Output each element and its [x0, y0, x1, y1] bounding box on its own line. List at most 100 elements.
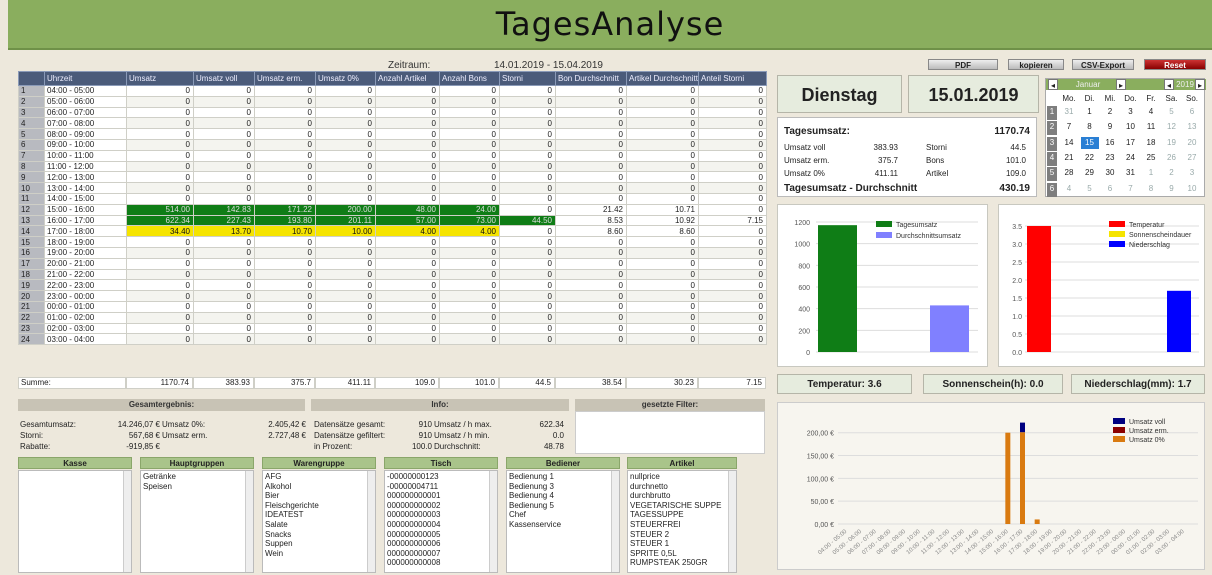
table-cell[interactable]: 0: [315, 279, 376, 292]
table-cell[interactable]: 0: [375, 300, 440, 313]
list-item[interactable]: VEGETARISCHE SUPPE: [630, 501, 734, 511]
calendar-day[interactable]: 2: [1163, 167, 1181, 179]
row-number[interactable]: 19: [18, 279, 45, 292]
table-cell[interactable]: 0: [126, 279, 194, 292]
table-cell[interactable]: 0: [315, 182, 376, 194]
list-item[interactable]: Bedienung 1: [509, 472, 617, 482]
list-scrollbar[interactable]: [123, 471, 131, 572]
table-cell[interactable]: 0: [375, 160, 440, 173]
row-number[interactable]: 4: [18, 117, 45, 130]
table-cell[interactable]: 0: [375, 268, 440, 281]
table-cell[interactable]: 13.70: [193, 225, 255, 238]
table-cell[interactable]: 0: [375, 322, 440, 335]
table-cell[interactable]: 0: [555, 311, 627, 324]
table-cell[interactable]: 0: [626, 246, 699, 259]
table-cell[interactable]: 0: [254, 149, 316, 162]
table-cell[interactable]: 0: [698, 203, 767, 216]
filter-list[interactable]: Getränke Speisen: [140, 470, 254, 573]
table-cell[interactable]: 0: [315, 257, 376, 270]
table-cell[interactable]: 0: [193, 95, 255, 108]
list-item[interactable]: STEUER 1: [630, 539, 734, 549]
row-number[interactable]: 15: [18, 236, 45, 248]
table-row[interactable]: 18 21:00 - 22:00 0 0 0 0 0 0 0 0 0 0: [18, 268, 767, 281]
table-cell[interactable]: 0: [126, 257, 194, 270]
table-cell[interactable]: 0: [254, 236, 316, 248]
time-cell[interactable]: 01:00 - 02:00: [44, 311, 127, 324]
table-row[interactable]: 23 02:00 - 03:00 0 0 0 0 0 0 0 0 0 0: [18, 322, 767, 335]
list-scrollbar[interactable]: [489, 471, 497, 572]
table-cell[interactable]: 0: [126, 182, 194, 194]
table-cell[interactable]: 0: [254, 333, 316, 346]
column-header[interactable]: Umsatz erm.: [254, 71, 316, 86]
time-cell[interactable]: 15:00 - 16:00: [44, 203, 127, 216]
table-cell[interactable]: 21.42: [555, 203, 627, 216]
table-cell[interactable]: 0: [439, 138, 500, 151]
table-cell[interactable]: 0: [126, 192, 194, 205]
table-cell[interactable]: 0: [499, 290, 556, 302]
table-cell[interactable]: 0: [254, 171, 316, 184]
time-cell[interactable]: 18:00 - 19:00: [44, 236, 127, 248]
table-cell[interactable]: 48.00: [375, 203, 440, 216]
table-cell[interactable]: 0: [626, 95, 699, 108]
time-cell[interactable]: 13:00 - 14:00: [44, 182, 127, 194]
calendar-day[interactable]: 4: [1060, 183, 1078, 195]
table-row[interactable]: 15 18:00 - 19:00 0 0 0 0 0 0 0 0 0 0: [18, 236, 767, 248]
list-item[interactable]: durchnetto: [630, 482, 734, 492]
table-cell[interactable]: 0: [626, 138, 699, 151]
calendar-day[interactable]: 9: [1163, 183, 1181, 195]
table-cell[interactable]: 0: [193, 138, 255, 151]
table-cell[interactable]: 0: [254, 279, 316, 292]
table-cell[interactable]: 0: [315, 290, 376, 302]
calendar-day[interactable]: 28: [1060, 167, 1078, 179]
calendar-day[interactable]: 3: [1122, 106, 1140, 118]
time-cell[interactable]: 00:00 - 01:00: [44, 300, 127, 313]
table-cell[interactable]: 0: [698, 160, 767, 173]
table-cell[interactable]: 0: [193, 322, 255, 335]
list-scrollbar[interactable]: [611, 471, 619, 572]
table-cell[interactable]: 514.00: [126, 203, 194, 216]
row-number[interactable]: 17: [18, 257, 45, 270]
list-item[interactable]: SPRITE 0,5L: [630, 549, 734, 559]
table-cell[interactable]: 0: [126, 85, 194, 97]
table-cell[interactable]: 0: [555, 236, 627, 248]
table-cell[interactable]: 0: [626, 171, 699, 184]
table-cell[interactable]: 0: [254, 311, 316, 324]
next-year-icon[interactable]: ▸: [1195, 79, 1205, 90]
table-cell[interactable]: 0: [499, 182, 556, 194]
table-cell[interactable]: 0: [315, 246, 376, 259]
list-item[interactable]: Getränke: [143, 472, 251, 482]
column-header[interactable]: Anteil Storni: [698, 71, 767, 86]
table-cell[interactable]: 0: [555, 268, 627, 281]
table-cell[interactable]: 0: [555, 322, 627, 335]
table-cell[interactable]: 0: [254, 85, 316, 97]
table-cell[interactable]: 0: [555, 171, 627, 184]
column-header[interactable]: Umsatz 0%: [315, 71, 376, 86]
row-number[interactable]: 23: [18, 322, 45, 335]
table-cell[interactable]: 0: [439, 322, 500, 335]
header-rownum[interactable]: [18, 71, 45, 86]
table-cell[interactable]: 4.00: [439, 225, 500, 238]
row-number[interactable]: 7: [18, 149, 45, 162]
table-cell[interactable]: 0: [698, 257, 767, 270]
time-cell[interactable]: 04:00 - 05:00: [44, 85, 127, 97]
calendar-day[interactable]: 31: [1122, 167, 1140, 179]
table-cell[interactable]: 0: [626, 257, 699, 270]
table-cell[interactable]: 0: [626, 106, 699, 119]
filter-list[interactable]: Bedienung 1 Bedienung 3 Bedienung 4 Bedienu…: [506, 470, 620, 573]
table-cell[interactable]: 0: [193, 279, 255, 292]
calendar-day[interactable]: 6: [1183, 106, 1201, 118]
list-item[interactable]: durchbrutto: [630, 491, 734, 501]
table-cell[interactable]: 10.71: [626, 203, 699, 216]
table-cell[interactable]: 0: [375, 85, 440, 97]
table-cell[interactable]: 4.00: [375, 225, 440, 238]
calendar-day[interactable]: 7: [1122, 183, 1140, 195]
list-item[interactable]: Bedienung 3: [509, 482, 617, 492]
table-cell[interactable]: 171.22: [254, 203, 316, 216]
list-scrollbar[interactable]: [245, 471, 253, 572]
table-cell[interactable]: 0: [254, 290, 316, 302]
calendar-day[interactable]: 26: [1163, 152, 1181, 164]
table-cell[interactable]: 0: [375, 171, 440, 184]
table-cell[interactable]: 0: [499, 106, 556, 119]
table-row[interactable]: 7 10:00 - 11:00 0 0 0 0 0 0 0 0 0 0: [18, 149, 767, 162]
table-cell[interactable]: 0: [193, 236, 255, 248]
